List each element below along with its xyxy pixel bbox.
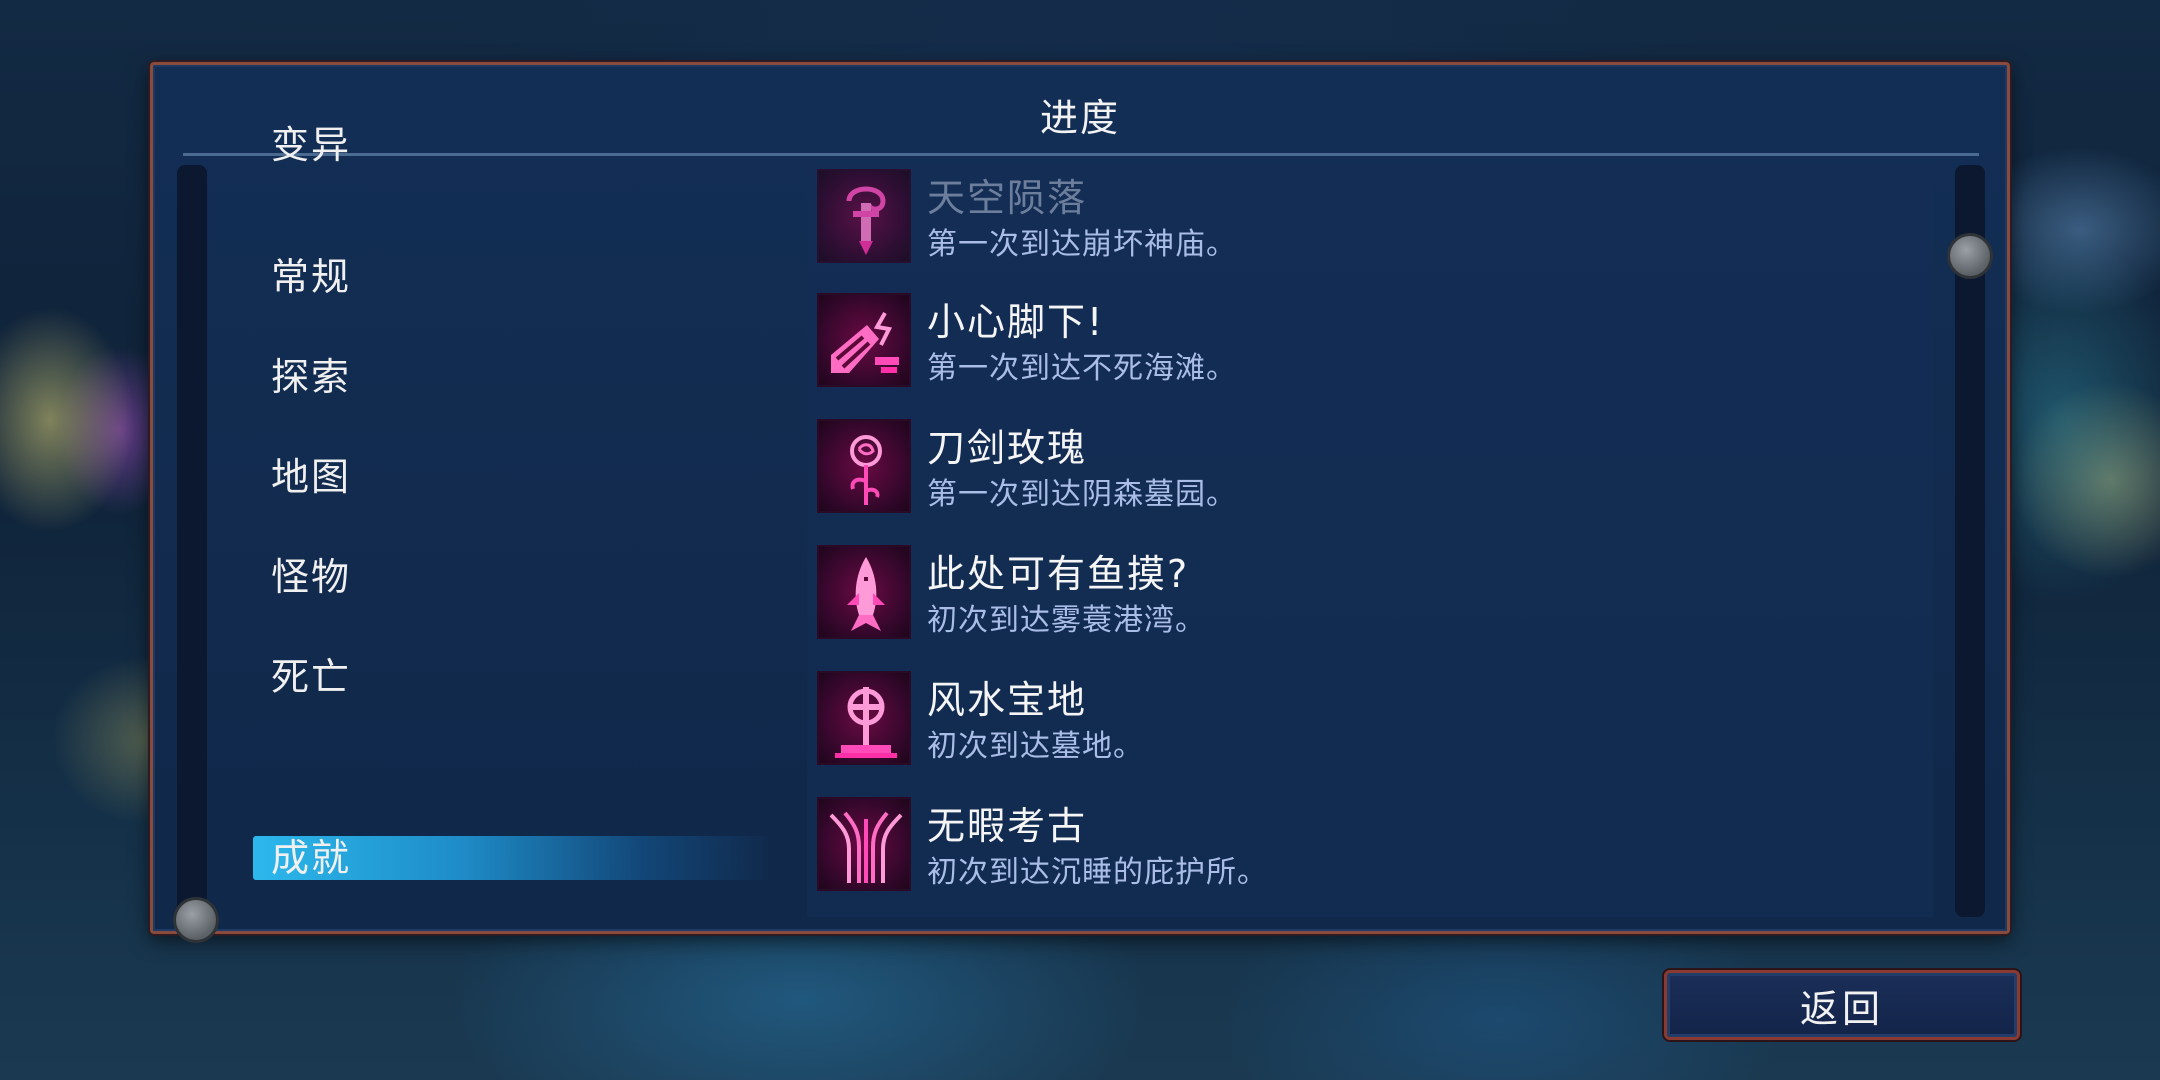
menu-item-general[interactable]: 常规: [271, 253, 351, 301]
achievement-title: 无暇考古: [927, 804, 1088, 848]
achievement-title: 天空陨落: [927, 176, 1088, 220]
achievement-item: 小心脚下! 第一次到达不死海滩。: [813, 287, 1923, 397]
achievement-description: 初次到达墓地。: [927, 729, 1144, 764]
title-divider: [183, 153, 1979, 156]
progress-panel: 进度 变异 常规 探索 地图 怪物 死亡 成就 天空陨落 第一次到达崩坏神庙。: [150, 62, 2010, 943]
gravestone-cross-icon: [817, 671, 911, 765]
achievement-description: 初次到达雾蓑港湾。: [927, 603, 1206, 638]
achievement-item: 天空陨落 第一次到达崩坏神庙。: [813, 165, 1923, 273]
menu-scrollbar-knob[interactable]: [173, 897, 219, 943]
achievement-item: 此处可有鱼摸? 初次到达雾蓑港湾。: [813, 539, 1923, 649]
achievement-title: 刀剑玫瑰: [927, 426, 1088, 470]
achievement-description: 第一次到达阴森墓园。: [927, 477, 1237, 512]
pillars-icon: [817, 797, 911, 891]
shark-icon: [817, 545, 911, 639]
panel-title: 进度: [1039, 96, 1120, 140]
back-button[interactable]: 返回: [1664, 970, 2020, 1040]
achievement-title: 小心脚下!: [927, 300, 1105, 344]
menu-item-deaths[interactable]: 死亡: [271, 653, 351, 701]
achievement-list[interactable]: 天空陨落 第一次到达崩坏神庙。 小心脚下! 第一次到达不死海滩。 刀剑玫瑰 第一…: [807, 165, 1933, 917]
achievement-description: 第一次到达不死海滩。: [927, 351, 1237, 386]
achievement-item: 风水宝地 初次到达墓地。: [813, 665, 1923, 775]
menu-item-exploration[interactable]: 探索: [271, 353, 351, 401]
achievement-description: 第一次到达崩坏神庙。: [927, 227, 1237, 262]
achievement-item: 无暇考古 初次到达沉睡的庇护所。: [813, 791, 1923, 901]
crumbling-ground-icon: [817, 293, 911, 387]
achievement-description: 初次到达沉睡的庇护所。: [927, 855, 1268, 890]
falling-sword-icon: [817, 169, 911, 263]
menu-item-achievements[interactable]: 成就: [271, 834, 351, 882]
menu-item-monsters[interactable]: 怪物: [271, 553, 351, 601]
list-scrollbar-knob[interactable]: [1947, 233, 1993, 279]
menu-scrollbar-track[interactable]: [177, 165, 207, 917]
achievement-title: 此处可有鱼摸?: [927, 552, 1190, 596]
menu-item-map[interactable]: 地图: [271, 453, 351, 501]
menu-item-mutations[interactable]: 变异: [271, 121, 351, 169]
achievement-item: 刀剑玫瑰 第一次到达阴森墓园。: [813, 413, 1923, 523]
achievement-title: 风水宝地: [927, 678, 1088, 722]
rose-icon: [817, 419, 911, 513]
